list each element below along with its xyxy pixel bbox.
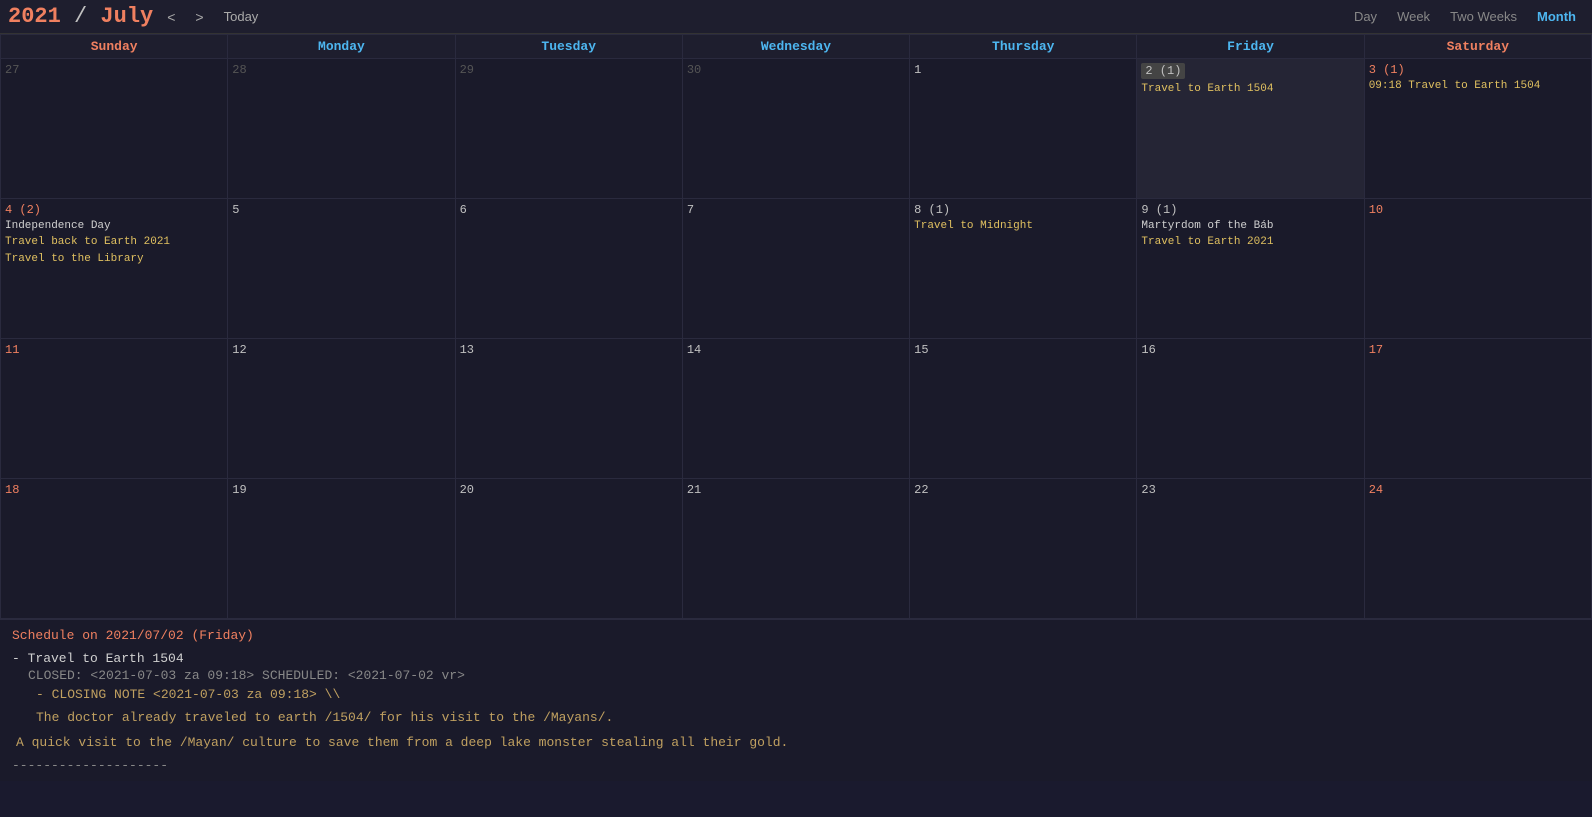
cal-cell-w2d6[interactable]: 17 bbox=[1364, 339, 1591, 479]
day-badge: Independence Day bbox=[5, 219, 223, 234]
day-number: 5 bbox=[232, 203, 450, 217]
schedule-panel: Schedule on 2021/07/02 (Friday) - Travel… bbox=[0, 619, 1592, 781]
calendar-event[interactable]: Travel to the Library bbox=[5, 252, 223, 267]
cal-cell-w0d5[interactable]: 2 (1) Travel to Earth 1504 bbox=[1137, 59, 1364, 199]
day-header-tuesday: Tuesday bbox=[455, 35, 682, 59]
cal-cell-w1d3[interactable]: 7 bbox=[682, 199, 909, 339]
next-button[interactable]: > bbox=[189, 7, 209, 27]
schedule-items: - Travel to Earth 1504 CLOSED: <2021-07-0… bbox=[12, 651, 1580, 750]
day-number: 3 (1) bbox=[1369, 63, 1587, 77]
day-number: 28 bbox=[232, 63, 450, 77]
cal-cell-w3d2[interactable]: 20 bbox=[455, 479, 682, 619]
day-number: 23 bbox=[1141, 483, 1359, 497]
cal-cell-w1d4[interactable]: 8 (1) Travel to Midnight bbox=[910, 199, 1137, 339]
day-header-sunday: Sunday bbox=[1, 35, 228, 59]
day-number: 7 bbox=[687, 203, 905, 217]
view-day-button[interactable]: Day bbox=[1346, 7, 1385, 26]
day-number: 4 (2) bbox=[5, 203, 223, 217]
day-number: 19 bbox=[232, 483, 450, 497]
view-two-weeks-button[interactable]: Two Weeks bbox=[1442, 7, 1525, 26]
schedule-title-prefix: Schedule on bbox=[12, 628, 106, 643]
cal-cell-w1d6[interactable]: 10 bbox=[1364, 199, 1591, 339]
day-header-thursday: Thursday bbox=[910, 35, 1137, 59]
cal-cell-w0d3[interactable]: 30 bbox=[682, 59, 909, 199]
schedule-day: (Friday) bbox=[191, 628, 253, 643]
cal-cell-w3d3[interactable]: 21 bbox=[682, 479, 909, 619]
cal-cell-w1d1[interactable]: 5 bbox=[228, 199, 455, 339]
schedule-date: 2021/07/02 bbox=[106, 628, 184, 643]
schedule-item-note: - CLOSING NOTE <2021-07-03 za 09:18> \\ bbox=[36, 685, 936, 706]
day-number: 24 bbox=[1369, 483, 1587, 497]
view-switcher: Day Week Two Weeks Month bbox=[1346, 7, 1584, 26]
day-number: 15 bbox=[914, 343, 1132, 357]
month-label: July bbox=[100, 4, 153, 29]
calendar-event[interactable]: Travel to Midnight bbox=[914, 219, 1132, 234]
header-left: 2021 / July < > Today bbox=[8, 4, 264, 29]
calendar-grid: SundayMondayTuesdayWednesdayThursdayFrid… bbox=[0, 34, 1592, 619]
today-button[interactable]: Today bbox=[218, 7, 265, 26]
day-number: 11 bbox=[5, 343, 223, 357]
cal-cell-w3d6[interactable]: 24 bbox=[1364, 479, 1591, 619]
cal-cell-w0d4[interactable]: 1 bbox=[910, 59, 1137, 199]
calendar-header: 2021 / July < > Today Day Week Two Weeks… bbox=[0, 0, 1592, 34]
day-number: 30 bbox=[687, 63, 905, 77]
schedule-item-desc: A quick visit to the /Mayan/ culture to … bbox=[16, 735, 916, 750]
day-number: 6 bbox=[460, 203, 678, 217]
cal-cell-w1d2[interactable]: 6 bbox=[455, 199, 682, 339]
view-week-button[interactable]: Week bbox=[1389, 7, 1438, 26]
cal-cell-w0d0[interactable]: 27 bbox=[1, 59, 228, 199]
calendar-event[interactable]: Travel to Earth 2021 bbox=[1141, 235, 1359, 250]
day-number: 9 (1) bbox=[1141, 203, 1359, 217]
day-number: 18 bbox=[5, 483, 223, 497]
cal-cell-w0d2[interactable]: 29 bbox=[455, 59, 682, 199]
separator: / bbox=[61, 4, 101, 29]
calendar-event[interactable]: Travel to Earth 1504 bbox=[1141, 82, 1359, 97]
cal-cell-w3d4[interactable]: 22 bbox=[910, 479, 1137, 619]
day-number: 2 (1) bbox=[1141, 63, 1185, 79]
day-number: 21 bbox=[687, 483, 905, 497]
cal-cell-w1d0[interactable]: 4 (2) Independence DayTravel back to Eart… bbox=[1, 199, 228, 339]
cal-cell-w3d1[interactable]: 19 bbox=[228, 479, 455, 619]
cal-cell-w2d0[interactable]: 11 bbox=[1, 339, 228, 479]
calendar-event[interactable]: 09:18 Travel to Earth 1504 bbox=[1369, 79, 1587, 94]
cal-cell-w0d1[interactable]: 28 bbox=[228, 59, 455, 199]
schedule-separator: -------------------- bbox=[12, 758, 1580, 773]
day-header-monday: Monday bbox=[228, 35, 455, 59]
day-number: 8 (1) bbox=[914, 203, 1132, 217]
day-number: 17 bbox=[1369, 343, 1587, 357]
day-number: 29 bbox=[460, 63, 678, 77]
cal-cell-w2d3[interactable]: 14 bbox=[682, 339, 909, 479]
cal-cell-w1d5[interactable]: 9 (1) Martyrdom of the BábTravel to Earth… bbox=[1137, 199, 1364, 339]
day-header-friday: Friday bbox=[1137, 35, 1364, 59]
cal-cell-w2d1[interactable]: 12 bbox=[228, 339, 455, 479]
day-number: 13 bbox=[460, 343, 678, 357]
day-number: 1 bbox=[914, 63, 1132, 77]
cal-cell-w3d5[interactable]: 23 bbox=[1137, 479, 1364, 619]
schedule-item-title: - Travel to Earth 1504 bbox=[12, 651, 1580, 666]
day-number: 10 bbox=[1369, 203, 1587, 217]
cal-cell-w2d2[interactable]: 13 bbox=[455, 339, 682, 479]
day-number: 22 bbox=[914, 483, 1132, 497]
cal-cell-w3d0[interactable]: 18 bbox=[1, 479, 228, 619]
schedule-title: Schedule on 2021/07/02 (Friday) bbox=[12, 628, 1580, 643]
calendar-title: 2021 / July bbox=[8, 4, 153, 29]
day-number: 14 bbox=[687, 343, 905, 357]
cal-cell-w0d6[interactable]: 3 (1) 09:18 Travel to Earth 1504 bbox=[1364, 59, 1591, 199]
year-label: 2021 bbox=[8, 4, 61, 29]
prev-button[interactable]: < bbox=[161, 7, 181, 27]
view-month-button[interactable]: Month bbox=[1529, 7, 1584, 26]
day-header-wednesday: Wednesday bbox=[682, 35, 909, 59]
cal-cell-w2d4[interactable]: 15 bbox=[910, 339, 1137, 479]
day-number: 20 bbox=[460, 483, 678, 497]
day-badge: Martyrdom of the Báb bbox=[1141, 219, 1359, 234]
day-number: 12 bbox=[232, 343, 450, 357]
schedule-item-meta: CLOSED: <2021-07-03 za 09:18> SCHEDULED:… bbox=[28, 668, 1580, 683]
calendar-event[interactable]: Travel back to Earth 2021 bbox=[5, 235, 223, 250]
day-number: 16 bbox=[1141, 343, 1359, 357]
day-number: 27 bbox=[5, 63, 223, 77]
schedule-item-note: The doctor already traveled to earth /15… bbox=[36, 708, 936, 729]
cal-cell-w2d5[interactable]: 16 bbox=[1137, 339, 1364, 479]
day-header-saturday: Saturday bbox=[1364, 35, 1591, 59]
